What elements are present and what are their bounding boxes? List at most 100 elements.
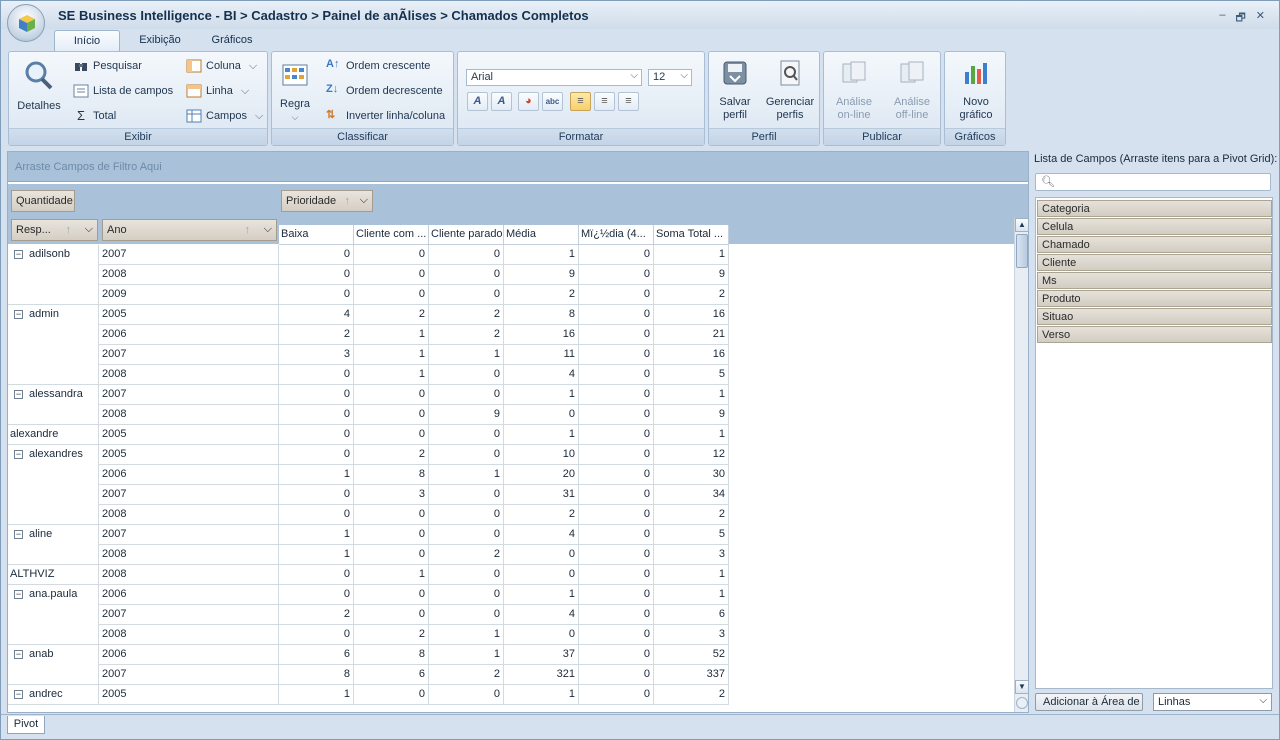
year-cell[interactable]: 2006 <box>99 645 279 665</box>
value-cell[interactable]: 4 <box>504 365 579 385</box>
value-cell[interactable]: 0 <box>429 505 504 525</box>
value-cell[interactable]: 1 <box>429 645 504 665</box>
value-cell[interactable]: 337 <box>654 665 729 685</box>
filter-drop-area[interactable]: Arraste Campos de Filtro Aqui <box>8 152 1028 182</box>
value-cell[interactable]: 0 <box>354 585 429 605</box>
lista-campos-button[interactable]: Lista de campos <box>73 83 173 99</box>
value-cell[interactable]: 31 <box>504 485 579 505</box>
value-cell[interactable]: 1 <box>654 385 729 405</box>
field-item[interactable]: Produto <box>1037 290 1272 307</box>
value-cell[interactable]: 0 <box>279 445 354 465</box>
column-header[interactable]: Mï¿½dia (4... <box>579 225 654 245</box>
value-cell[interactable]: 0 <box>354 525 429 545</box>
scroll-up-icon[interactable]: ▲ <box>1015 218 1028 232</box>
column-header[interactable]: Cliente com ... <box>354 225 429 245</box>
year-cell[interactable]: 2008 <box>99 625 279 645</box>
value-cell[interactable]: 0 <box>579 425 654 445</box>
value-cell[interactable]: 0 <box>579 545 654 565</box>
value-cell[interactable]: 1 <box>504 425 579 445</box>
row-group-header[interactable]: ALTHVIZ <box>8 565 99 585</box>
value-cell[interactable]: 0 <box>279 245 354 265</box>
value-cell[interactable]: 34 <box>654 485 729 505</box>
value-cell[interactable]: 1 <box>504 585 579 605</box>
value-cell[interactable]: 2 <box>654 285 729 305</box>
year-cell[interactable]: 2005 <box>99 685 279 705</box>
tab-graficos[interactable]: Gráficos <box>203 30 261 51</box>
row-group-header[interactable]: − anab <box>8 645 99 685</box>
value-cell[interactable]: 9 <box>504 265 579 285</box>
value-cell[interactable]: 1 <box>354 325 429 345</box>
year-cell[interactable]: 2005 <box>99 305 279 325</box>
year-cell[interactable]: 2008 <box>99 365 279 385</box>
row-group-header[interactable]: − andrec <box>8 685 99 705</box>
value-cell[interactable]: 0 <box>279 285 354 305</box>
sheet-tab-pivot[interactable]: Pivot <box>7 716 45 734</box>
field-item[interactable]: Cliente <box>1037 254 1272 271</box>
ordem-decrescente-button[interactable]: Z↓ Ordem decrescente <box>326 83 443 99</box>
value-cell[interactable]: 2 <box>429 545 504 565</box>
app-menu-button[interactable] <box>7 4 45 42</box>
value-cell[interactable]: 2 <box>354 445 429 465</box>
value-cell[interactable]: 1 <box>504 385 579 405</box>
analise-offline-button[interactable]: Análise off-line <box>885 58 939 122</box>
value-cell[interactable]: 0 <box>579 525 654 545</box>
value-cell[interactable]: 0 <box>504 625 579 645</box>
row-group-header[interactable]: − alexandres <box>8 445 99 525</box>
column-header[interactable]: Cliente parado <box>429 225 504 245</box>
value-cell[interactable]: 20 <box>504 465 579 485</box>
fieldlist-search-input[interactable]: 🔍︎ <box>1035 173 1271 191</box>
value-cell[interactable]: 0 <box>354 425 429 445</box>
detalhes-button[interactable]: Detalhes <box>13 60 65 113</box>
area-select[interactable]: Linhas ⌵ <box>1153 693 1272 711</box>
color-palette-button[interactable]: ◕ <box>518 92 539 111</box>
value-cell[interactable]: 1 <box>654 565 729 585</box>
value-cell[interactable]: 4 <box>279 305 354 325</box>
value-cell[interactable]: 0 <box>429 585 504 605</box>
column-header[interactable]: Baixa <box>279 225 354 245</box>
row-group-header[interactable]: − aline <box>8 525 99 565</box>
field-item[interactable]: Categoria <box>1037 200 1272 217</box>
align-right-button[interactable]: ≡ <box>618 92 639 111</box>
value-cell[interactable]: 0 <box>429 425 504 445</box>
pesquisar-button[interactable]: Pesquisar <box>73 58 142 74</box>
value-cell[interactable]: 4 <box>504 525 579 545</box>
value-cell[interactable]: 37 <box>504 645 579 665</box>
value-cell[interactable]: 3 <box>654 545 729 565</box>
spellcheck-button[interactable]: abc <box>542 92 563 111</box>
scroll-down-icon[interactable]: ▼ <box>1015 680 1028 694</box>
value-cell[interactable]: 0 <box>504 405 579 425</box>
field-prioridade[interactable]: Prioridade ↑ ⌵ <box>281 190 373 212</box>
value-cell[interactable]: 8 <box>279 665 354 685</box>
value-cell[interactable]: 52 <box>654 645 729 665</box>
add-to-area-button[interactable]: Adicionar à Área de <box>1035 693 1143 711</box>
field-quantidade[interactable]: Quantidade <box>11 190 75 212</box>
year-cell[interactable]: 2007 <box>99 525 279 545</box>
value-cell[interactable]: 1 <box>354 365 429 385</box>
value-cell[interactable]: 0 <box>279 365 354 385</box>
year-cell[interactable]: 2006 <box>99 585 279 605</box>
value-cell[interactable]: 0 <box>354 285 429 305</box>
value-cell[interactable]: 0 <box>579 445 654 465</box>
value-cell[interactable]: 0 <box>279 405 354 425</box>
minimize-icon[interactable]: ‒ <box>1219 9 1225 28</box>
collapse-icon[interactable]: − <box>14 590 23 599</box>
row-group-header[interactable]: − alessandra <box>8 385 99 425</box>
value-cell[interactable]: 0 <box>429 385 504 405</box>
value-cell[interactable]: 0 <box>354 265 429 285</box>
value-cell[interactable]: 6 <box>654 605 729 625</box>
value-cell[interactable]: 0 <box>579 345 654 365</box>
collapse-icon[interactable]: − <box>14 530 23 539</box>
collapse-icon[interactable]: − <box>14 390 23 399</box>
value-cell[interactable]: 0 <box>579 405 654 425</box>
value-cell[interactable]: 2 <box>429 305 504 325</box>
tab-inicio[interactable]: Início <box>54 30 120 51</box>
value-cell[interactable]: 10 <box>504 445 579 465</box>
value-cell[interactable]: 0 <box>279 425 354 445</box>
value-cell[interactable]: 1 <box>279 685 354 705</box>
value-cell[interactable]: 2 <box>279 605 354 625</box>
value-cell[interactable]: 0 <box>429 685 504 705</box>
vertical-scrollbar[interactable]: ▲ ▼ <box>1014 218 1028 712</box>
gerenciar-perfis-button[interactable]: Gerenciar perfis <box>763 58 817 122</box>
year-cell[interactable]: 2008 <box>99 265 279 285</box>
value-cell[interactable]: 1 <box>654 245 729 265</box>
